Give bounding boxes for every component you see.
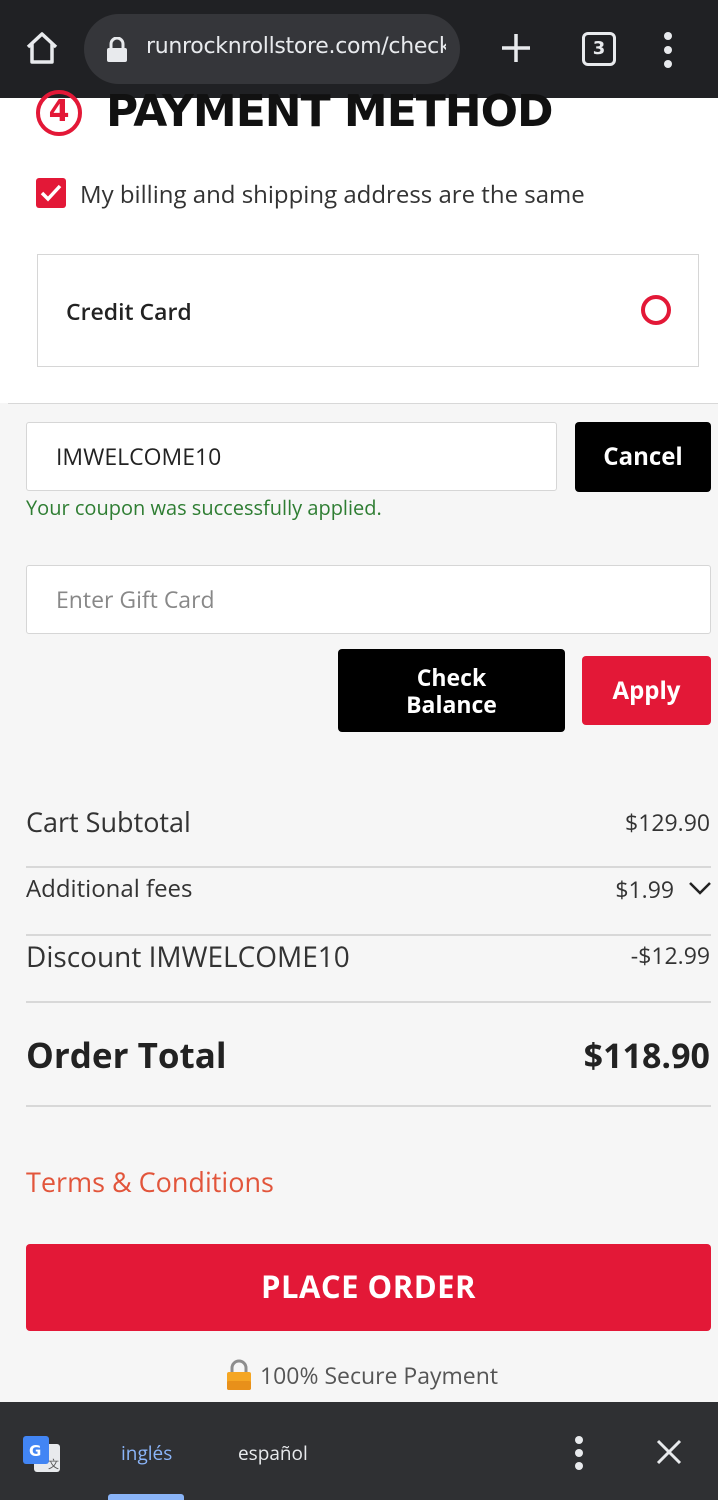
- apply-gift-card-button[interactable]: Apply: [582, 656, 711, 725]
- new-tab-icon[interactable]: [498, 30, 534, 66]
- credit-card-option[interactable]: Credit Card: [37, 254, 699, 367]
- coupon-success-message: Your coupon was successfully applied.: [26, 494, 382, 521]
- payment-method-section: 4 PAYMENT METHOD My billing and shipping…: [0, 86, 718, 403]
- fees-label[interactable]: Additional fees: [26, 872, 192, 905]
- step-number: 4: [36, 90, 82, 136]
- divider: [26, 1105, 711, 1107]
- translate-menu-icon[interactable]: [572, 1436, 586, 1470]
- same-address-checkbox[interactable]: [36, 178, 66, 208]
- selected-language-indicator: [108, 1494, 184, 1500]
- address-bar[interactable]: runrocknrollstore.com/checko: [84, 14, 460, 84]
- url-text: runrocknrollstore.com/checko: [146, 34, 446, 59]
- translate-bar: G 文 inglés español: [0, 1402, 718, 1500]
- lock-icon: [107, 37, 127, 62]
- tab-switcher-button[interactable]: 3: [582, 32, 616, 66]
- gift-card-input[interactable]: Enter Gift Card: [26, 565, 711, 634]
- svg-text:文: 文: [48, 1457, 59, 1471]
- target-language-tab[interactable]: español: [238, 1440, 308, 1466]
- discount-value: -$12.99: [630, 939, 710, 971]
- fees-value: $1.99: [615, 873, 674, 905]
- coupon-input[interactable]: IMWELCOME10: [26, 422, 557, 491]
- check-balance-label-line1: Check: [416, 660, 487, 693]
- place-order-button[interactable]: PLACE ORDER: [26, 1244, 711, 1331]
- subtotal-label: Cart Subtotal: [26, 803, 191, 840]
- close-icon[interactable]: [655, 1438, 683, 1466]
- google-translate-icon[interactable]: G 文: [22, 1434, 62, 1474]
- chevron-down-icon[interactable]: [688, 880, 712, 896]
- svg-text:G: G: [29, 1442, 41, 1460]
- credit-card-radio[interactable]: [641, 295, 671, 325]
- divider: [26, 934, 711, 936]
- section-title: PAYMENT METHOD: [106, 86, 554, 137]
- checkmark-icon: [40, 184, 62, 202]
- divider: [8, 403, 718, 404]
- check-balance-button[interactable]: Check Balance: [338, 649, 565, 732]
- check-balance-label-line2: Balance: [406, 687, 497, 720]
- order-total-value: $118.90: [583, 1032, 710, 1078]
- divider: [26, 866, 711, 868]
- secure-payment-label: 100% Secure Payment: [260, 1359, 499, 1391]
- home-icon[interactable]: [22, 28, 62, 68]
- secure-payment-note: 100% Secure Payment: [226, 1359, 498, 1391]
- same-address-label[interactable]: My billing and shipping address are the …: [80, 178, 585, 211]
- browser-toolbar: runrocknrollstore.com/checko 3: [0, 0, 718, 98]
- credit-card-label: Credit Card: [66, 295, 192, 327]
- cancel-coupon-button[interactable]: Cancel: [575, 422, 711, 492]
- padlock-icon: [227, 1359, 251, 1390]
- order-total-label: Order Total: [26, 1032, 227, 1079]
- discount-label: Discount IMWELCOME10: [26, 938, 350, 976]
- subtotal-value: $129.90: [625, 806, 710, 838]
- browser-menu-icon[interactable]: [660, 30, 676, 70]
- terms-link[interactable]: Terms & Conditions: [26, 1163, 274, 1200]
- source-language-tab[interactable]: inglés: [121, 1440, 172, 1466]
- divider: [26, 1001, 711, 1003]
